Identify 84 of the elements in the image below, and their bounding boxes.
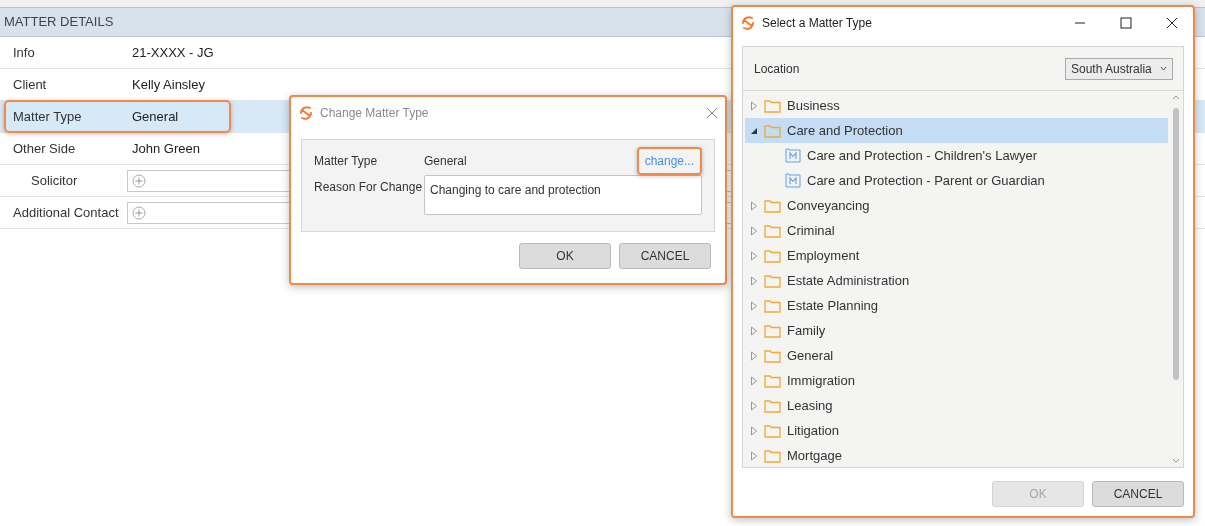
field-label: Client — [12, 75, 48, 94]
expand-arrow-icon[interactable] — [750, 425, 758, 436]
folder-icon — [764, 123, 781, 138]
folder-icon — [764, 223, 781, 238]
scroll-up-icon[interactable] — [1171, 95, 1180, 100]
tree-item[interactable]: Criminal — [745, 218, 1168, 243]
expand-arrow-icon[interactable] — [750, 375, 758, 386]
expand-arrow-icon[interactable] — [750, 225, 758, 236]
location-dropdown[interactable]: South Australia — [1065, 57, 1173, 80]
add-icon[interactable] — [132, 173, 146, 188]
tree-label: Estate Planning — [787, 296, 879, 315]
reason-field[interactable]: Changing to care and protection — [424, 175, 702, 215]
field-label: Other Side — [12, 139, 77, 158]
matter-icon — [785, 148, 801, 163]
tree-label: Mortgage — [787, 446, 842, 465]
scroll-down-icon[interactable] — [1171, 458, 1180, 463]
expand-arrow-icon[interactable] — [750, 400, 758, 411]
tree-label: Family — [787, 321, 826, 340]
tree-item[interactable]: Employment — [745, 243, 1168, 268]
tree-item[interactable]: Estate Administration — [745, 268, 1168, 293]
field-label: Reason For Change — [314, 179, 424, 196]
tree-item[interactable]: Care and Protection — [745, 118, 1168, 143]
field-label: Matter Type — [314, 153, 379, 170]
tree-item[interactable]: General — [745, 343, 1168, 368]
dialog-button[interactable]: CANCEL — [1092, 481, 1184, 507]
expand-arrow-icon[interactable] — [750, 100, 758, 111]
field-value: 21-XXXX - JG — [131, 43, 214, 62]
tree-label: General — [787, 346, 834, 365]
tree-item[interactable]: Care and Protection - Parent or Guardian — [745, 168, 1168, 193]
folder-icon — [764, 198, 781, 213]
folder-icon — [764, 98, 781, 113]
tree-label: Criminal — [787, 221, 835, 240]
field-label: Additional Contact — [12, 203, 120, 222]
field-value: Kelly Ainsley — [131, 75, 205, 94]
logo-icon — [740, 14, 756, 31]
tree-item[interactable]: Mortgage — [745, 443, 1168, 467]
field-value: General — [131, 107, 179, 126]
expand-arrow-icon[interactable] — [750, 250, 758, 261]
chevron-down-icon — [1159, 66, 1167, 71]
maximize-icon[interactable] — [1120, 16, 1132, 29]
folder-icon — [764, 373, 781, 388]
tree-label: Litigation — [787, 421, 840, 440]
tree-item[interactable]: Litigation — [745, 418, 1168, 443]
field-label: Info — [12, 43, 36, 62]
dialog-title: Change Matter Type — [320, 105, 430, 122]
tree-label: Care and Protection - Parent or Guardian — [807, 171, 1045, 190]
tree-label: Care and Protection - Children's Lawyer — [807, 146, 1038, 165]
expand-arrow-icon[interactable] — [750, 200, 758, 211]
folder-icon — [764, 448, 781, 463]
tree-label: Immigration — [787, 371, 855, 390]
expand-arrow-icon[interactable] — [750, 450, 758, 461]
expand-arrow-icon[interactable] — [750, 350, 758, 361]
folder-icon — [764, 423, 781, 438]
tree-item[interactable]: Leasing — [745, 393, 1168, 418]
close-icon[interactable] — [1166, 16, 1178, 29]
logo-icon — [298, 105, 314, 121]
folder-icon — [764, 348, 781, 363]
tree-item[interactable]: Immigration — [745, 368, 1168, 393]
add-icon[interactable] — [132, 205, 146, 220]
tree-label: Conveyancing — [787, 196, 870, 215]
folder-icon — [764, 248, 781, 263]
dialog-button[interactable]: CANCEL — [619, 243, 711, 269]
tree-item[interactable]: Estate Planning — [745, 293, 1168, 318]
folder-icon — [764, 398, 781, 413]
field-label: Solicitor — [30, 171, 79, 190]
folder-icon — [764, 298, 781, 313]
tree-label: Leasing — [787, 396, 833, 415]
expand-arrow-icon[interactable] — [750, 300, 758, 311]
tree-label: Employment — [787, 246, 860, 265]
folder-icon — [764, 323, 781, 338]
field-label: Matter Type — [12, 107, 83, 126]
tree-item[interactable]: Conveyancing — [745, 193, 1168, 218]
tree-label: Estate Administration — [787, 271, 910, 290]
folder-icon — [764, 273, 781, 288]
dialog-title: Select a Matter Type — [762, 14, 873, 32]
field-value: General — [424, 153, 468, 170]
field-value: John Green — [131, 139, 200, 158]
tree-label: Care and Protection — [787, 121, 903, 140]
tree-item[interactable]: Care and Protection - Children's Lawyer — [745, 143, 1168, 168]
tree-item[interactable]: Family — [745, 318, 1168, 343]
expand-arrow-icon[interactable] — [750, 325, 758, 336]
dialog-button[interactable]: OK — [519, 243, 611, 269]
matter-icon — [785, 173, 801, 188]
expand-arrow-icon[interactable] — [750, 275, 758, 286]
